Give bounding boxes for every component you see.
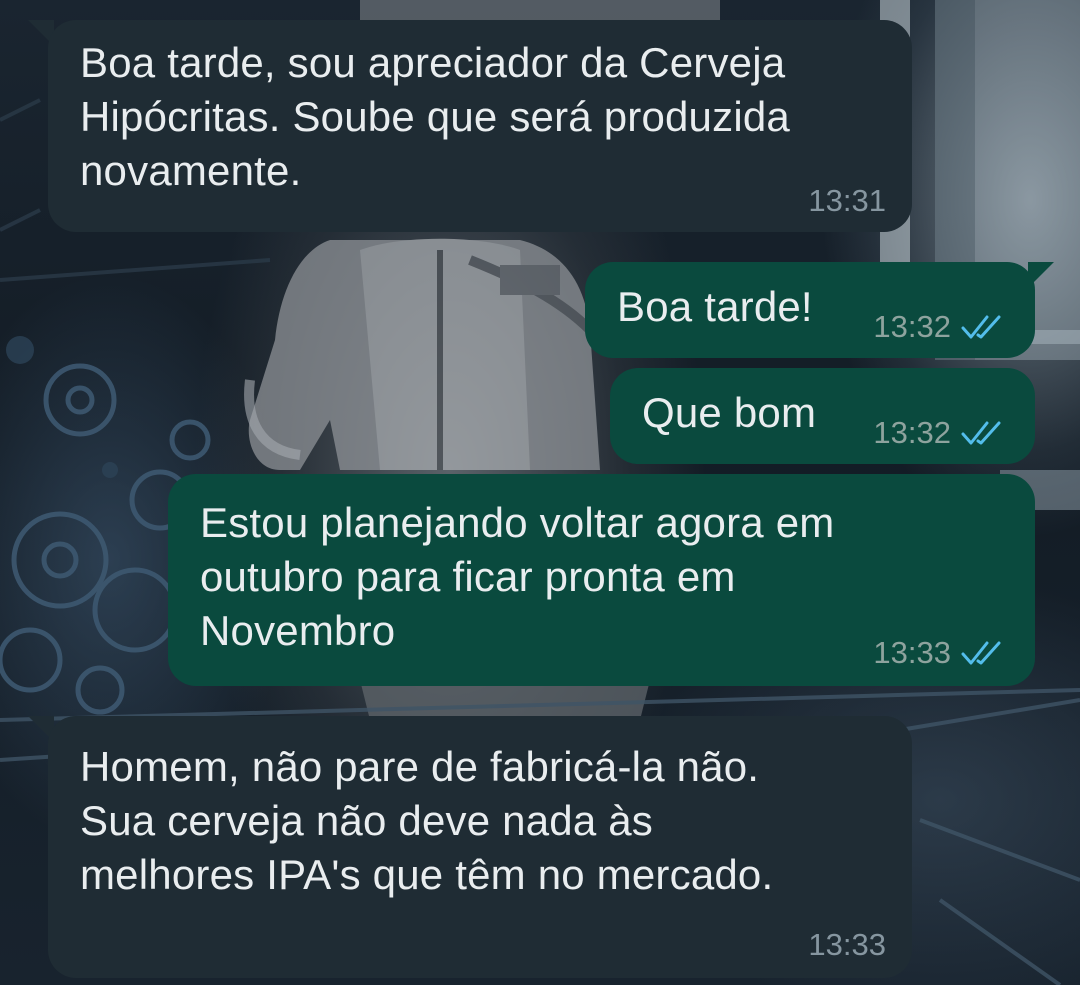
double-check-icon (961, 421, 1001, 445)
message-outgoing[interactable]: Que bom 13:32 (610, 368, 1035, 464)
message-text: Boa tarde, sou apreciador da Cerveja Hip… (80, 39, 790, 194)
message-text: Que bom (642, 389, 817, 436)
message-text: Homem, não pare de fabricá-la não. Sua c… (80, 743, 774, 898)
message-incoming[interactable]: Boa tarde, sou apreciador da Cerveja Hip… (48, 20, 912, 232)
message-meta: 13:32 (873, 310, 1007, 344)
double-check-icon (961, 315, 1001, 339)
message-text: Estou planejando voltar agora em outubro… (200, 499, 835, 654)
double-check-icon (961, 641, 1001, 665)
message-meta: 13:31 (808, 184, 886, 218)
message-time: 13:32 (873, 309, 951, 344)
message-meta: 13:33 (873, 636, 1007, 670)
message-meta: 13:32 (873, 416, 1007, 450)
message-outgoing[interactable]: Estou planejando voltar agora em outubro… (168, 474, 1035, 686)
message-meta: 13:33 (808, 928, 886, 962)
message-text: Boa tarde! (617, 283, 813, 330)
message-time: 13:31 (808, 183, 886, 218)
message-outgoing[interactable]: Boa tarde! 13:32 (585, 262, 1035, 358)
message-time: 13:33 (873, 635, 951, 670)
message-time: 13:32 (873, 415, 951, 450)
message-incoming[interactable]: Homem, não pare de fabricá-la não. Sua c… (48, 716, 912, 978)
message-time: 13:33 (808, 927, 886, 962)
